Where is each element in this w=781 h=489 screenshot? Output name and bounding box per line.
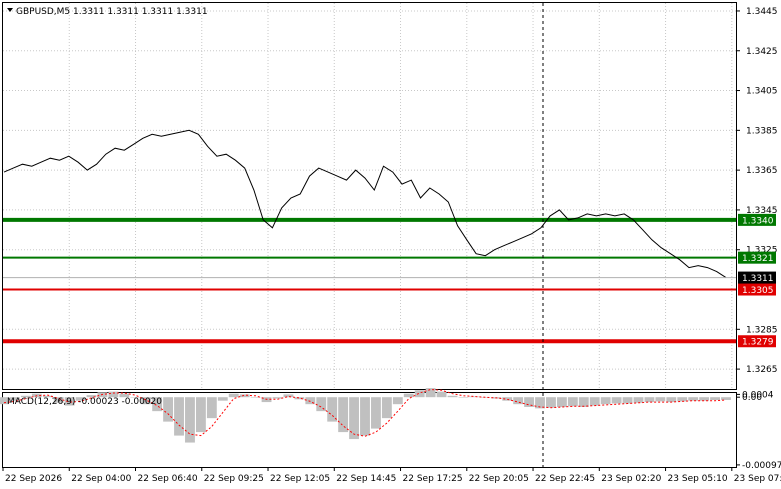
macd-histogram-bar — [655, 397, 666, 402]
symbol-header: GBPUSD,M5 1.3311 1.3311 1.3311 1.3311 — [16, 7, 208, 17]
macd-histogram-bar — [546, 397, 556, 408]
macd-histogram-bar — [458, 397, 469, 398]
macd-histogram-bar — [567, 397, 578, 407]
level-tag-label: 1.3279 — [742, 338, 774, 348]
macd-histogram-bar — [403, 393, 414, 398]
time-tick-label: 22 Sep 09:25 — [204, 474, 264, 484]
macd-histogram-bar — [217, 397, 228, 401]
price-panel-frame — [2, 2, 737, 390]
price-tick-label: 1.3265 — [746, 365, 778, 375]
macd-histogram-bar — [469, 396, 480, 398]
time-axis: 22 Sep 2026 22 Sep 04:00 22 Sep 06:40 22 Se… — [2, 467, 781, 484]
macd-histogram-bar — [447, 395, 458, 398]
time-tick-label: 23 Sep 05:10 — [668, 474, 728, 484]
level-tag-label: 1.3321 — [742, 254, 774, 264]
macd-histogram-bar — [174, 397, 184, 436]
macd-tick-label: 0.00 — [742, 393, 762, 403]
macd-histogram-bar — [644, 397, 655, 403]
macd-axis: 0.00040.00-0.00097 — [736, 390, 781, 471]
price-axis: 1.34451.34251.34051.33851.33651.33451.33… — [736, 7, 778, 375]
macd-histogram-bar — [360, 397, 370, 436]
time-tick-label: 22 Sep 06:40 — [138, 474, 198, 484]
macd-histogram-bar — [414, 390, 425, 398]
time-tick-label: 22 Sep 14:45 — [336, 474, 396, 484]
time-tick-label: 22 Sep 20:05 — [469, 474, 529, 484]
macd-histogram-bar — [316, 397, 327, 412]
macd-histogram-bar — [721, 397, 731, 400]
macd-tick-label: -0.00097 — [742, 461, 781, 471]
price-tick-label: 1.3425 — [746, 47, 778, 57]
macd-histogram-bar — [589, 397, 600, 406]
macd-histogram-bar — [513, 397, 524, 405]
macd-histogram-bar — [239, 394, 250, 398]
price-tick-label: 1.3445 — [746, 7, 778, 17]
macd-histogram-bar — [622, 397, 633, 404]
current-price-label: 1.3311 — [742, 274, 774, 284]
macd-histogram-bar — [436, 391, 447, 398]
trading-chart[interactable]: 1.34451.34251.34051.33851.33651.33451.33… — [0, 0, 781, 489]
macd-histogram-bar — [710, 397, 720, 400]
price-tick-label: 1.3405 — [746, 87, 778, 97]
time-tick-label: 22 Sep 04:00 — [71, 474, 131, 484]
macd-histogram-bar — [283, 394, 294, 398]
macd-histogram-bar — [556, 397, 567, 407]
macd-histogram-bar — [688, 397, 699, 401]
macd-histogram-bar — [228, 393, 239, 398]
macd-histogram-bar — [272, 397, 283, 399]
macd-histogram-bar — [381, 397, 392, 419]
price-tick-label: 1.3385 — [746, 126, 778, 136]
macd-histogram-bar — [371, 397, 381, 429]
time-tick-label: 22 Sep 17:25 — [403, 474, 463, 484]
time-tick-label: 23 Sep 07:55 — [734, 474, 781, 484]
macd-header: MACD(12,26,9) -0.00023 -0.00020 — [7, 397, 162, 407]
macd-histogram-bar — [578, 397, 589, 407]
macd-histogram-bar — [677, 397, 688, 402]
macd-histogram-bar — [524, 397, 535, 407]
level-tag-label: 1.3340 — [742, 216, 774, 226]
time-tick-label: 23 Sep 02:20 — [601, 474, 661, 484]
time-tick-label: 22 Sep 12:05 — [270, 474, 330, 484]
level-tag-label: 1.3305 — [742, 286, 774, 296]
macd-histogram-bar — [611, 397, 622, 404]
macd-histogram-bar — [666, 397, 677, 403]
macd-histogram-bar — [699, 397, 710, 401]
macd-histogram-bar — [195, 397, 206, 433]
macd-histogram-bar — [600, 397, 611, 405]
macd-histogram-bar — [185, 397, 195, 443]
macd-histogram-bar — [349, 397, 359, 440]
macd-histogram-bar — [294, 397, 305, 400]
time-tick-label: 22 Sep 22:45 — [535, 474, 595, 484]
time-tick-label: 22 Sep 2026 — [5, 474, 62, 484]
macd-histogram-bar — [392, 397, 403, 405]
price-tick-label: 1.3285 — [746, 325, 778, 335]
price-tick-label: 1.3365 — [746, 166, 778, 176]
macd-histogram-bar — [338, 397, 349, 433]
macd-histogram-bar — [206, 397, 217, 419]
macd-histogram-bar — [633, 397, 644, 403]
